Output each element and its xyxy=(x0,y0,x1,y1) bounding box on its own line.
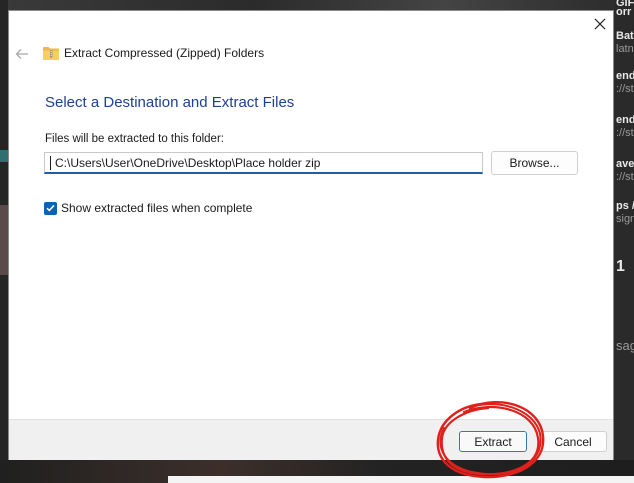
extract-dialog: Extract Compressed (Zipped) Folders Sele… xyxy=(8,10,614,460)
background-strip xyxy=(0,205,8,275)
background-text: orr xyxy=(616,6,632,18)
close-icon xyxy=(594,18,606,30)
destination-path-input[interactable] xyxy=(44,152,483,174)
background-text: end xyxy=(616,114,634,126)
back-arrow-icon xyxy=(15,49,28,59)
dialog-title: Extract Compressed (Zipped) Folders xyxy=(64,46,265,60)
background-text: sag xyxy=(616,338,634,353)
background-text: sign xyxy=(616,213,634,225)
background-left-edge xyxy=(0,0,8,483)
background-bottom-area xyxy=(0,460,634,483)
show-files-option[interactable]: Show extracted files when complete xyxy=(44,200,252,216)
background-band xyxy=(168,476,634,483)
page-heading: Select a Destination and Extract Files xyxy=(45,94,295,111)
background-window-strip xyxy=(0,0,634,10)
cancel-button[interactable]: Cancel xyxy=(539,431,607,452)
background-text: ://st xyxy=(616,127,634,139)
dialog-footer: Extract Cancel xyxy=(9,419,613,460)
close-button[interactable] xyxy=(589,13,611,35)
background-text: 1 xyxy=(616,258,625,275)
background-text: latn xyxy=(616,43,634,55)
show-files-checkbox[interactable] xyxy=(44,201,57,215)
back-button[interactable] xyxy=(12,44,32,64)
background-text: ://st xyxy=(616,83,634,95)
checkmark-icon xyxy=(46,204,55,212)
background-text: ps / xyxy=(616,200,634,212)
browse-button[interactable]: Browse... xyxy=(491,151,578,175)
zip-folder-icon xyxy=(43,47,59,60)
show-files-label: Show extracted files when complete xyxy=(61,201,253,215)
background-chat-panel: GIF orr Bat latn end ://st end ://st ave… xyxy=(614,0,634,483)
background-text: Bat xyxy=(616,30,634,42)
background-text: ave xyxy=(616,158,634,170)
background-text: ://st xyxy=(616,171,634,183)
background-strip xyxy=(0,150,8,162)
extract-button[interactable]: Extract xyxy=(459,431,527,452)
text-caret xyxy=(50,156,51,170)
destination-label: Files will be extracted to this folder: xyxy=(45,133,224,145)
dialog-header: Extract Compressed (Zipped) Folders xyxy=(9,41,613,67)
background-text: end xyxy=(616,70,634,82)
